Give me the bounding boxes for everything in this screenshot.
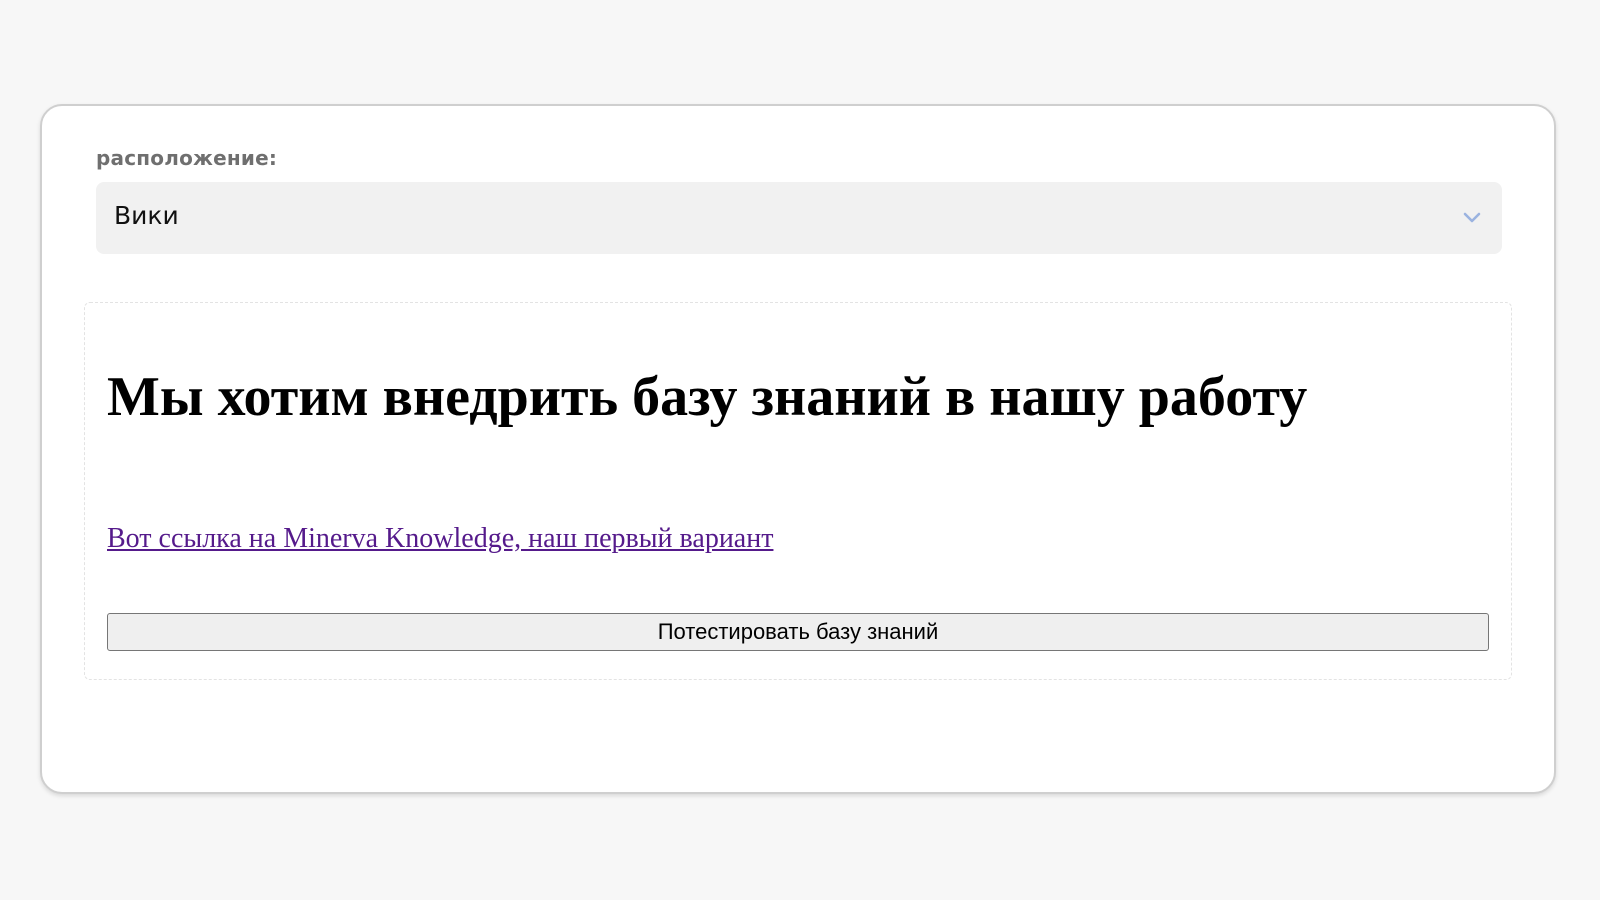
location-select-value: Вики [114,201,179,230]
location-select[interactable]: Вики [96,182,1502,254]
content-preview: Мы хотим внедрить базу знаний в нашу раб… [84,302,1512,680]
location-label: расположение: [96,146,278,170]
minerva-link[interactable]: Вот ссылка на Minerva Knowledge, наш пер… [107,523,773,555]
chevron-down-icon [1460,206,1484,230]
test-knowledge-base-button[interactable]: Потестировать базу знаний [107,613,1489,651]
page-heading: Мы хотим внедрить базу знаний в нашу раб… [107,366,1308,428]
main-card: расположение: Вики Мы хотим внедрить баз… [40,104,1556,794]
